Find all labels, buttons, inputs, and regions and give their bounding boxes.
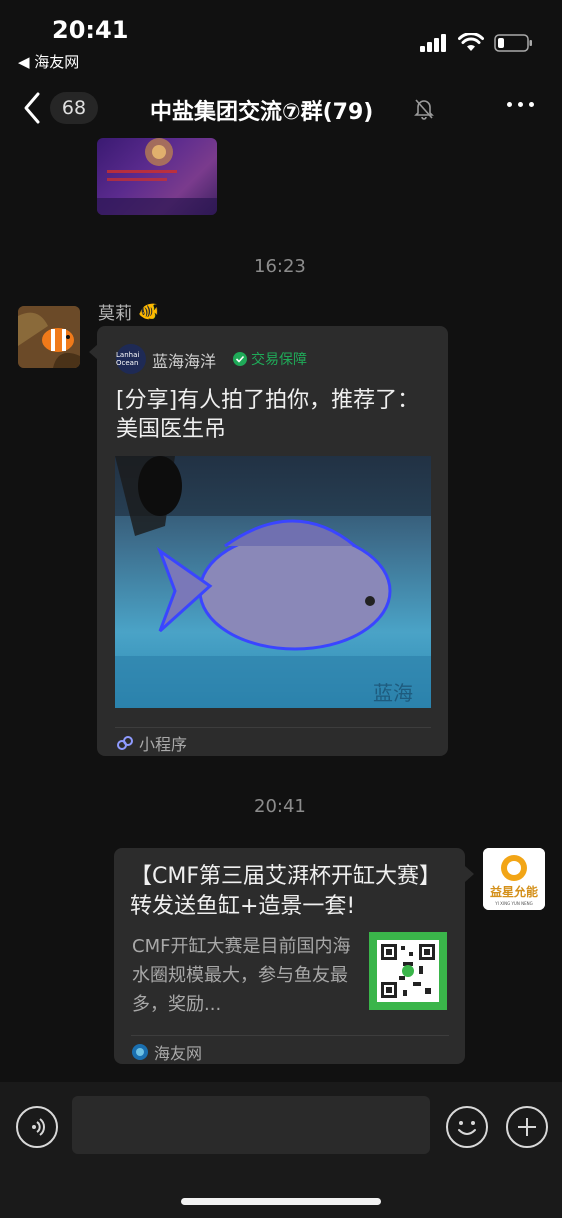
- sender-avatar[interactable]: [18, 306, 80, 368]
- mini-program-footer: 小程序: [116, 731, 187, 755]
- article-source-name: 海友网: [154, 1044, 203, 1063]
- message-input[interactable]: [72, 1096, 430, 1154]
- chat-title: 中盐集团交流⑦群(79): [150, 100, 374, 125]
- chevron-left-icon: [24, 92, 40, 124]
- sender-name-text: 莫莉: [98, 304, 132, 324]
- status-time: 20:41: [52, 16, 129, 44]
- image-message[interactable]: [97, 138, 217, 215]
- sender-name: 莫莉 🐠: [98, 299, 160, 325]
- trade-guarantee-badge: 交易保障: [233, 349, 307, 369]
- status-icons: [420, 33, 534, 53]
- mini-program-logo: Lanhai Ocean: [116, 344, 146, 374]
- mini-program-icon: [117, 736, 133, 750]
- plus-icon: [518, 1118, 536, 1136]
- article-title: 【CMF第三届艾湃杯开缸大赛】转发送鱼缸+造景一套!: [130, 864, 441, 919]
- fish-photo: 蓝海: [115, 456, 431, 708]
- shield-check-icon: [233, 352, 247, 366]
- bubble-arrow: [465, 866, 474, 882]
- emoji-button[interactable]: [446, 1106, 488, 1148]
- back-to-app-link[interactable]: ◀ 海友网: [18, 51, 79, 72]
- badge-text: 交易保障: [251, 352, 307, 368]
- timestamp: 20:41: [254, 796, 306, 817]
- qr-code-thumbnail: [369, 932, 447, 1010]
- watermark: 蓝海: [373, 681, 413, 705]
- article-description: CMF开缸大赛是目前国内海水圈规模最大，参与鱼友最多，奖励...: [132, 936, 351, 1015]
- voice-button[interactable]: [16, 1106, 58, 1148]
- avatar-subtext: YI XING YUN NENG: [494, 901, 532, 906]
- bell-muted-icon: [414, 98, 434, 124]
- mini-program-label: 小程序: [139, 735, 188, 754]
- voice-icon: [32, 1118, 45, 1136]
- more-dots-icon[interactable]: [507, 102, 534, 107]
- card-divider: [115, 727, 431, 728]
- signal-bars-icon: [420, 34, 446, 52]
- article-source: 海友网: [132, 1040, 202, 1064]
- mini-program-title: [分享]有人拍了拍你，推荐了：美国医生吊: [116, 388, 420, 442]
- unread-count-badge[interactable]: 68: [50, 92, 98, 124]
- emoji-icon: [458, 1121, 476, 1135]
- my-avatar[interactable]: 益星允能 YI XING YUN NENG: [483, 848, 545, 910]
- fish-emoji: 🐠: [138, 301, 160, 322]
- source-logo-icon: [132, 1044, 148, 1060]
- card-divider: [131, 1035, 449, 1036]
- more-functions-button[interactable]: [506, 1106, 548, 1148]
- timestamp: 16:23: [254, 256, 306, 277]
- wifi-icon: [458, 33, 484, 51]
- home-indicator[interactable]: [181, 1198, 381, 1205]
- mini-program-name: 蓝海海洋: [152, 352, 217, 371]
- avatar-text: 益星允能: [490, 884, 538, 899]
- battery-icon: [494, 34, 532, 52]
